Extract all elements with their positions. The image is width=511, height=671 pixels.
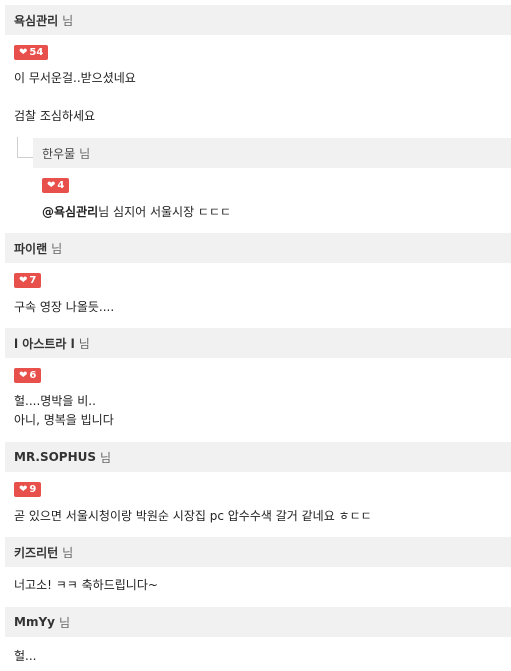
like-count: 4 bbox=[57, 180, 65, 191]
like-count: 9 bbox=[29, 484, 37, 495]
like-count: 7 bbox=[29, 275, 37, 286]
author-suffix: 님 bbox=[100, 450, 112, 465]
comment-header: l 아스트라 l 님 bbox=[5, 328, 511, 358]
heart-icon: ❤ bbox=[19, 369, 28, 381]
comment-text-line: 헐... bbox=[14, 649, 37, 663]
comment-author[interactable]: 한우물 bbox=[42, 145, 75, 162]
comment-text-line: 곧 있으면 서울시청이랑 박원순 시장집 pc 압수수색 갈거 같네요 ㅎㄷㄷ bbox=[14, 509, 372, 523]
comment-text-line: 검찰 조심하세요 bbox=[14, 109, 96, 123]
reply-elbow-icon bbox=[17, 137, 34, 158]
comment-author[interactable]: l 아스트라 l bbox=[14, 335, 75, 352]
author-suffix: 님 bbox=[79, 146, 91, 161]
comment-author[interactable]: 파이랜 bbox=[14, 240, 47, 257]
like-badge[interactable]: ❤ 54 bbox=[14, 45, 49, 60]
comment-text-line: 이 무서운걸..받으셨네요 bbox=[14, 71, 136, 85]
like-badge[interactable]: ❤ 6 bbox=[14, 368, 42, 383]
like-badge[interactable]: ❤ 7 bbox=[14, 273, 42, 288]
reply-header: 한우물 님 bbox=[33, 138, 511, 168]
comment-author[interactable]: 욕심관리 bbox=[14, 12, 58, 29]
comment-text-line: 너고소! ㅋㅋ 축하드립니다~ bbox=[14, 578, 158, 592]
comment-author[interactable]: MR.SOPHUS bbox=[14, 450, 96, 464]
author-suffix: 님 bbox=[58, 615, 71, 630]
comment-text-line: 구속 영장 나올듯.... bbox=[14, 300, 115, 314]
comment-header: 파이랜 님 bbox=[5, 233, 511, 263]
comment-header: 욕심관리 님 bbox=[5, 5, 511, 35]
like-badge[interactable]: ❤ 9 bbox=[14, 482, 42, 497]
heart-icon: ❤ bbox=[19, 274, 28, 286]
author-suffix: 님 bbox=[78, 336, 90, 351]
reply-text: @욕심관리님 심지어 서울시장 ㄷㄷㄷ bbox=[42, 203, 231, 220]
comment-author[interactable]: 키즈리턴 bbox=[14, 544, 58, 561]
comment-list: 욕심관리 님 ❤ 54 이 무서운걸..받으셨네요 검찰 조심하세요 한우물 님… bbox=[0, 0, 511, 671]
author-suffix: 님 bbox=[51, 241, 63, 256]
author-suffix: 님 bbox=[62, 545, 74, 560]
heart-icon: ❤ bbox=[19, 483, 28, 495]
heart-icon: ❤ bbox=[19, 46, 28, 58]
comment-header: MR.SOPHUS 님 bbox=[5, 442, 511, 472]
reply-text-rest: 님 심지어 서울시장 ㄷㄷㄷ bbox=[98, 205, 232, 219]
author-suffix: 님 bbox=[62, 13, 74, 28]
like-count: 54 bbox=[29, 47, 44, 58]
comment-header: 키즈리턴 님 bbox=[5, 537, 511, 567]
comment-header: MmYy 님 bbox=[5, 607, 511, 637]
comment-text-line: 헐....명박을 비.. bbox=[14, 394, 96, 408]
comment-author[interactable]: MmYy bbox=[14, 615, 55, 629]
like-count: 6 bbox=[29, 370, 37, 381]
mention-link[interactable]: @욕심관리 bbox=[42, 205, 98, 219]
heart-icon: ❤ bbox=[47, 179, 56, 191]
like-badge[interactable]: ❤ 4 bbox=[42, 178, 70, 193]
comment-text-line: 아니, 명복을 빕니다 bbox=[14, 413, 114, 427]
